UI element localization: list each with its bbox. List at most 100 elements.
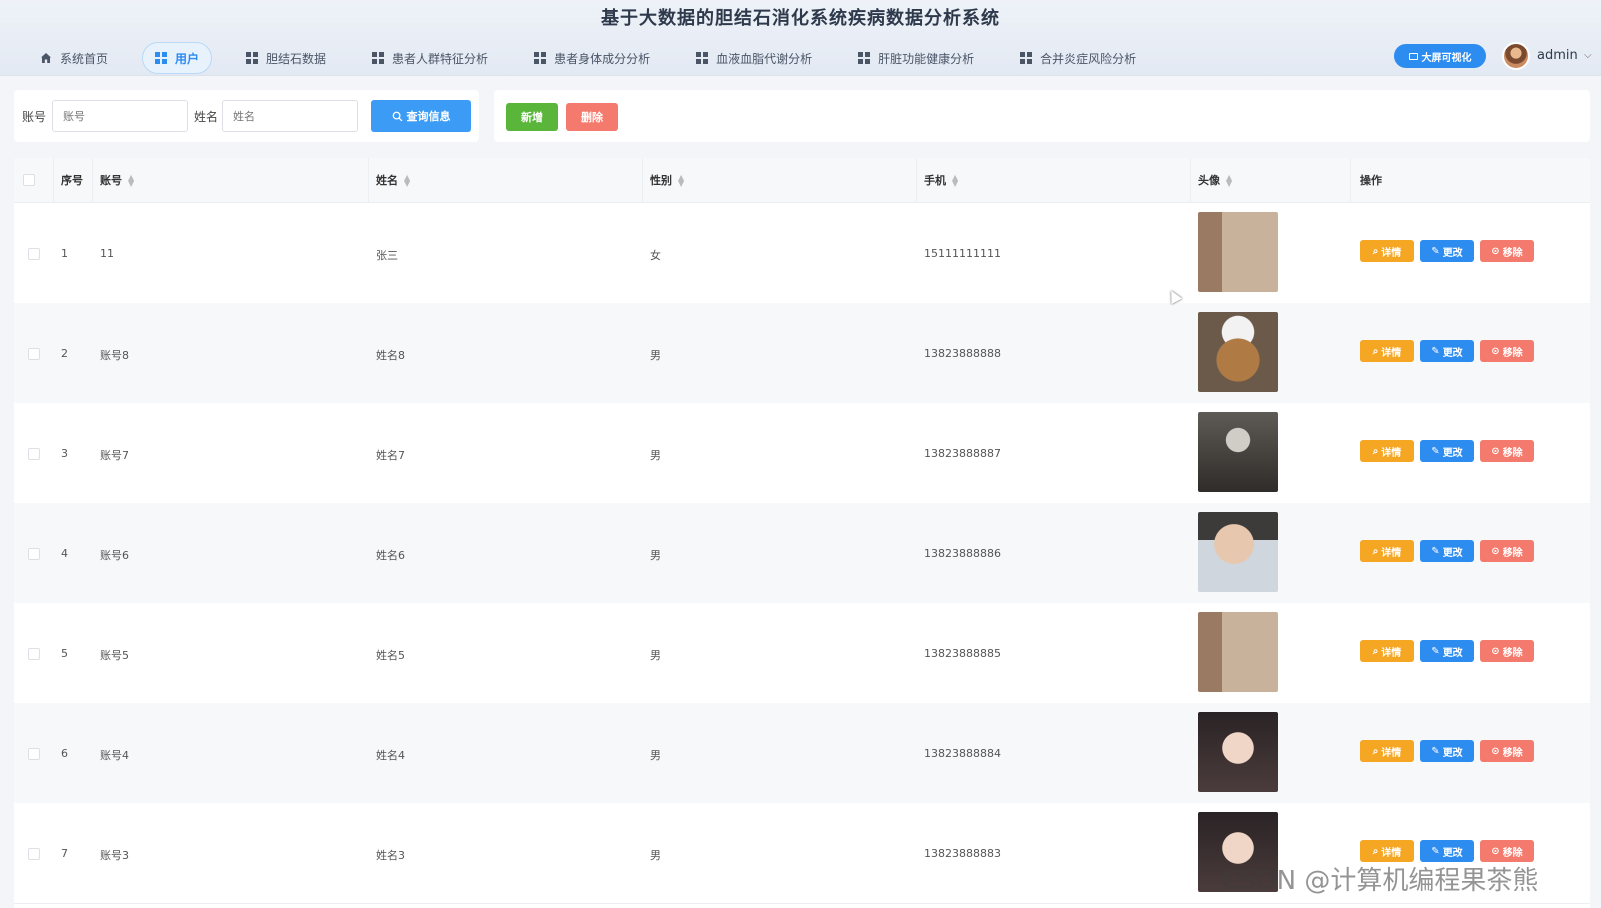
row-index: 7 <box>61 847 68 860</box>
remove-button[interactable]: ⊙ 移除 <box>1480 340 1534 362</box>
row-checkbox[interactable] <box>28 348 40 360</box>
row-gender: 男 <box>650 749 661 762</box>
search-icon: ⌕ <box>1372 745 1379 757</box>
row-gender: 男 <box>650 649 661 662</box>
detail-button[interactable]: ⌕ 详情 <box>1360 240 1414 262</box>
detail-button[interactable]: ⌕ 详情 <box>1360 840 1414 862</box>
row-checkbox[interactable] <box>28 748 40 760</box>
pencil-icon: ✎ <box>1431 345 1440 357</box>
row-avatar[interactable] <box>1198 612 1278 692</box>
sort-icon[interactable]: ▲ ▼ <box>678 174 684 188</box>
edit-button[interactable]: ✎ 更改 <box>1420 440 1474 462</box>
detail-button[interactable]: ⌕ 详情 <box>1360 340 1414 362</box>
row-index: 2 <box>61 347 68 360</box>
col-account[interactable]: 账号 ▲ ▼ <box>100 158 134 203</box>
remove-button[interactable]: ⊙ 移除 <box>1480 840 1534 862</box>
row-index: 4 <box>61 547 68 560</box>
select-all-checkbox[interactable] <box>23 174 35 186</box>
row-avatar[interactable] <box>1198 212 1278 292</box>
row-phone: 13823888884 <box>924 747 1001 760</box>
search-icon: ⌕ <box>1372 345 1379 357</box>
search-panel: 账号 姓名 查询信息 <box>14 90 479 142</box>
nav-item-4[interactable]: 患者身体成分分析 <box>522 42 662 74</box>
edit-button[interactable]: ✎ 更改 <box>1420 540 1474 562</box>
nav-item-3[interactable]: 患者人群特征分析 <box>360 42 500 74</box>
pencil-icon: ✎ <box>1431 845 1440 857</box>
nav-item-7[interactable]: 合并炎症风险分析 <box>1008 42 1148 74</box>
nav-label: 合并炎症风险分析 <box>1040 51 1137 66</box>
row-checkbox[interactable] <box>28 548 40 560</box>
account-search-input[interactable] <box>52 100 188 132</box>
edit-button[interactable]: ✎ 更改 <box>1420 340 1474 362</box>
grid-icon <box>246 52 259 64</box>
col-name[interactable]: 姓名 ▲ ▼ <box>376 158 410 203</box>
row-account: 11 <box>100 247 114 260</box>
user-name[interactable]: admin <box>1537 48 1578 63</box>
row-index: 5 <box>61 647 68 660</box>
search-icon: ⌕ <box>1372 645 1379 657</box>
edit-button[interactable]: ✎ 更改 <box>1420 640 1474 662</box>
nav-item-0[interactable]: 系统首页 <box>28 42 120 74</box>
row-account: 账号5 <box>100 649 129 662</box>
row-avatar[interactable] <box>1198 512 1278 592</box>
sort-icon[interactable]: ▲ ▼ <box>1226 174 1232 188</box>
sort-icon[interactable]: ▲ ▼ <box>404 174 410 188</box>
remove-icon: ⊙ <box>1491 345 1500 357</box>
sort-icon[interactable]: ▲ ▼ <box>128 174 134 188</box>
search-icon: ⌕ <box>1372 845 1379 857</box>
row-avatar[interactable] <box>1198 712 1278 792</box>
detail-button[interactable]: ⌕ 详情 <box>1360 540 1414 562</box>
remove-button[interactable]: ⊙ 移除 <box>1480 640 1534 662</box>
row-checkbox[interactable] <box>28 648 40 660</box>
chevron-down-icon[interactable]: ⌵ <box>1584 50 1592 61</box>
nav-item-2[interactable]: 胆结石数据 <box>234 42 338 74</box>
row-phone: 13823888887 <box>924 447 1001 460</box>
row-name: 张三 <box>376 249 398 262</box>
nav-item-5[interactable]: 血液血脂代谢分析 <box>684 42 824 74</box>
add-button[interactable]: 新增 <box>506 103 558 131</box>
sort-icon[interactable]: ▲ ▼ <box>952 174 958 188</box>
search-icon <box>392 111 402 121</box>
account-label: 账号 <box>22 110 47 124</box>
nav-item-1[interactable]: 用户 <box>142 42 213 74</box>
detail-button[interactable]: ⌕ 详情 <box>1360 440 1414 462</box>
remove-button[interactable]: ⊙ 移除 <box>1480 540 1534 562</box>
remove-icon: ⊙ <box>1491 745 1500 757</box>
row-account: 账号3 <box>100 849 129 862</box>
nav-item-6[interactable]: 肝脏功能健康分析 <box>846 42 986 74</box>
name-search-input[interactable] <box>222 100 358 132</box>
edit-button[interactable]: ✎ 更改 <box>1420 240 1474 262</box>
col-phone[interactable]: 手机 ▲ ▼ <box>924 158 958 203</box>
bigscreen-button[interactable]: 大屏可视化 <box>1394 44 1486 68</box>
remove-icon: ⊙ <box>1491 545 1500 557</box>
row-checkbox[interactable] <box>28 248 40 260</box>
pencil-icon: ✎ <box>1431 645 1440 657</box>
remove-button[interactable]: ⊙ 移除 <box>1480 240 1534 262</box>
detail-button[interactable]: ⌕ 详情 <box>1360 740 1414 762</box>
row-avatar[interactable] <box>1198 312 1278 392</box>
edit-button[interactable]: ✎ 更改 <box>1420 840 1474 862</box>
user-table: 序号 账号 ▲ ▼ 姓名 ▲ ▼ 性别 ▲ ▼ 手机 ▲ ▼ 头像 ▲ ▼ 操作 1 11 张三女 151… <box>14 158 1590 908</box>
row-gender: 男 <box>650 349 661 362</box>
delete-button[interactable]: 删除 <box>566 103 618 131</box>
search-icon: ⌕ <box>1372 245 1379 257</box>
remove-button[interactable]: ⊙ 移除 <box>1480 440 1534 462</box>
detail-button[interactable]: ⌕ 详情 <box>1360 640 1414 662</box>
row-gender: 女 <box>650 249 661 262</box>
top-header: 基于大数据的胆结石消化系统疾病数据分析系统 系统首页 用户 胆结石数据 患者人群特征分… <box>0 0 1601 76</box>
row-avatar[interactable] <box>1198 412 1278 492</box>
remove-button[interactable]: ⊙ 移除 <box>1480 740 1534 762</box>
row-checkbox[interactable] <box>28 848 40 860</box>
query-button[interactable]: 查询信息 <box>371 100 471 132</box>
col-avatar[interactable]: 头像 ▲ ▼ <box>1198 158 1232 203</box>
row-checkbox[interactable] <box>28 448 40 460</box>
col-index: 序号 <box>61 174 83 187</box>
edit-button[interactable]: ✎ 更改 <box>1420 740 1474 762</box>
user-avatar[interactable] <box>1502 42 1530 70</box>
row-name: 姓名7 <box>376 449 405 462</box>
row-gender: 男 <box>650 549 661 562</box>
remove-icon: ⊙ <box>1491 845 1500 857</box>
table-row: 3 账号7 姓名7 男 13823888887 ⌕ 详情 ✎ 更改 ⊙ 移除 <box>14 403 1590 504</box>
col-gender[interactable]: 性别 ▲ ▼ <box>650 158 684 203</box>
row-name: 姓名6 <box>376 549 405 562</box>
